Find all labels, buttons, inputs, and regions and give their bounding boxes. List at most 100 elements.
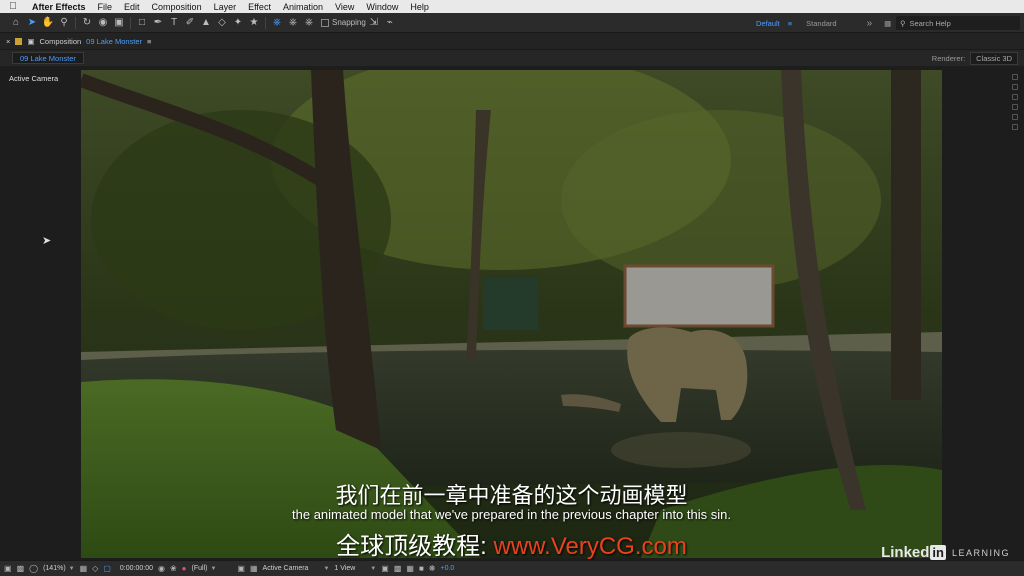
menu-view[interactable]: View bbox=[329, 2, 360, 12]
reset-exposure-icon[interactable]: ❋ bbox=[429, 564, 436, 573]
region-of-interest-icon[interactable]: ▢ bbox=[103, 564, 111, 573]
view-layout-value: 1 View bbox=[334, 565, 356, 572]
monitor-icon[interactable]: ▩ bbox=[17, 564, 25, 573]
composition-subheader: 09 Lake Monster Renderer: Classic 3D bbox=[0, 50, 1024, 66]
composition-name[interactable]: 09 Lake Monster bbox=[86, 37, 142, 46]
sync-settings-icon[interactable]: ▦ bbox=[884, 19, 891, 28]
workspace-menu-icon[interactable]: ≡ bbox=[788, 19, 792, 28]
linkedin-learning-logo: Linked in LEARNING bbox=[881, 544, 1010, 561]
viewer-scroll-controls[interactable] bbox=[1012, 74, 1018, 544]
type-tool-icon[interactable]: T bbox=[166, 15, 182, 31]
workspace-default[interactable]: Default bbox=[756, 19, 780, 28]
more-workspaces-icon[interactable]: » bbox=[867, 18, 873, 29]
snapping-label: Snapping bbox=[332, 18, 366, 27]
brush-tool-icon[interactable]: ✐ bbox=[182, 15, 198, 31]
home-icon[interactable]: ⌂ bbox=[8, 15, 24, 31]
view-options-icon[interactable]: ◯ bbox=[29, 564, 38, 573]
dumpster-white bbox=[625, 266, 773, 326]
menu-window[interactable]: Window bbox=[360, 2, 404, 12]
snap-edges-icon[interactable]: ⇲ bbox=[366, 15, 382, 31]
exposure-value[interactable]: +0.0 bbox=[440, 565, 454, 572]
panel-menu-icon[interactable]: ≡ bbox=[147, 37, 151, 46]
subtitle-chinese: 我们在前一章中准备的这个动画模型 bbox=[335, 483, 688, 508]
lock-panel-icon[interactable] bbox=[15, 38, 23, 45]
pan-behind-tool-icon[interactable]: ▣ bbox=[111, 15, 127, 31]
3d-view-value: Active Camera bbox=[262, 565, 309, 572]
scroll-icon[interactable] bbox=[1012, 84, 1018, 90]
always-preview-icon[interactable]: ▣ bbox=[4, 564, 12, 573]
eraser-tool-icon[interactable]: ◇ bbox=[214, 15, 230, 31]
roto-brush-tool-icon[interactable]: ✦ bbox=[230, 15, 246, 31]
search-help-field[interactable]: ⚲ Search Help bbox=[896, 16, 1020, 30]
chevron-down-icon: ▼ bbox=[68, 565, 75, 572]
view-axis-icon[interactable]: ⎈ bbox=[301, 15, 317, 31]
hand-tool-icon[interactable]: ✋ bbox=[40, 15, 56, 31]
dumpster-green bbox=[483, 278, 538, 330]
local-axis-icon[interactable]: ⎈ bbox=[269, 15, 285, 31]
transparency-grid-icon[interactable]: ▦ bbox=[250, 564, 258, 573]
menu-edit[interactable]: Edit bbox=[118, 2, 146, 12]
selection-tool-icon[interactable]: ➤ bbox=[24, 15, 40, 31]
snapping-checkbox[interactable] bbox=[321, 18, 329, 27]
menu-file[interactable]: File bbox=[92, 2, 119, 12]
tool-separator bbox=[265, 16, 266, 29]
3d-view-dropdown[interactable]: Active Camera ▼ bbox=[263, 565, 330, 572]
tool-separator bbox=[75, 16, 76, 29]
grid-guides-icon[interactable]: ▦ bbox=[80, 564, 88, 573]
menu-composition[interactable]: Composition bbox=[146, 2, 208, 12]
composition-panel-header: × ▣ Composition 09 Lake Monster ≡ bbox=[0, 34, 1024, 50]
tool-separator bbox=[130, 16, 131, 29]
mouse-cursor-icon: ➤ bbox=[42, 235, 52, 247]
scroll-icon[interactable] bbox=[1012, 114, 1018, 120]
linkedin-learning-text: LEARNING bbox=[951, 547, 1010, 558]
composition-prefix: Composition bbox=[39, 37, 82, 46]
snapping-toggle[interactable]: Snapping bbox=[321, 18, 366, 27]
color-channel-icon[interactable]: ● bbox=[182, 564, 187, 573]
show-snapshot-icon[interactable]: ❀ bbox=[170, 564, 177, 573]
resolution-dropdown[interactable]: (Full) ▼ bbox=[192, 565, 217, 572]
tree-trunk-far-right bbox=[891, 70, 921, 400]
scroll-icon[interactable] bbox=[1012, 124, 1018, 130]
snapshot-icon[interactable]: ◉ bbox=[158, 564, 165, 573]
fast-previews-icon[interactable]: ▣ bbox=[237, 564, 245, 573]
chevron-down-icon: ▼ bbox=[370, 565, 377, 572]
apple-icon[interactable]:  bbox=[0, 1, 26, 12]
comp-flowchart-icon[interactable]: ■ bbox=[419, 564, 424, 573]
puppet-tool-icon[interactable]: ★ bbox=[246, 15, 262, 31]
close-panel-icon[interactable]: × bbox=[6, 37, 10, 46]
zoom-value: (141%) bbox=[43, 565, 66, 572]
pen-tool-icon[interactable]: ✒ bbox=[150, 15, 166, 31]
tools-panel: ⌂ ➤ ✋ ⚲ ↻ ◉ ▣ □ ✒ T ✐ ▲ ◇ ✦ ★ ⎈ ⎈ ⎈ Snap… bbox=[0, 13, 1024, 33]
menu-layer[interactable]: Layer bbox=[208, 2, 243, 12]
current-time[interactable]: 0:00:00:00 bbox=[120, 565, 153, 572]
subtitle-english: the animated model that we've prepared i… bbox=[292, 507, 731, 522]
workspace-standard[interactable]: Standard bbox=[806, 19, 836, 28]
comp-tab-lake-monster[interactable]: 09 Lake Monster bbox=[12, 52, 84, 64]
rectangle-tool-icon[interactable]: □ bbox=[134, 15, 150, 31]
menu-app-name[interactable]: After Effects bbox=[26, 2, 92, 12]
watermark: 全球顶级教程: www.VeryCG.com bbox=[81, 526, 942, 561]
menubar:  After Effects File Edit Composition La… bbox=[0, 0, 1024, 13]
renderer-select[interactable]: Classic 3D bbox=[970, 52, 1018, 65]
menu-effect[interactable]: Effect bbox=[242, 2, 277, 12]
flowchart-icon[interactable]: ▦ bbox=[406, 564, 414, 573]
rotate-tool-icon[interactable]: ↻ bbox=[79, 15, 95, 31]
mask-visibility-icon[interactable]: ◇ bbox=[92, 564, 98, 573]
camera-tool-icon[interactable]: ◉ bbox=[95, 15, 111, 31]
world-axis-icon[interactable]: ⎈ bbox=[285, 15, 301, 31]
toggle-pixel-aspect-icon[interactable]: ▣ bbox=[381, 564, 389, 573]
menu-help[interactable]: Help bbox=[404, 2, 435, 12]
menu-animation[interactable]: Animation bbox=[277, 2, 329, 12]
scroll-icon[interactable] bbox=[1012, 104, 1018, 110]
zoom-tool-icon[interactable]: ⚲ bbox=[56, 15, 72, 31]
watermark-prefix: 全球顶级教程: bbox=[336, 533, 494, 560]
timeline-icon[interactable]: ▩ bbox=[394, 564, 402, 573]
search-icon: ⚲ bbox=[900, 18, 906, 28]
clone-stamp-tool-icon[interactable]: ▲ bbox=[198, 15, 214, 31]
scroll-icon[interactable] bbox=[1012, 74, 1018, 80]
view-layout-dropdown[interactable]: 1 View ▼ bbox=[334, 565, 376, 572]
scroll-icon[interactable] bbox=[1012, 94, 1018, 100]
snap-features-icon[interactable]: ⌁ bbox=[382, 15, 398, 31]
zoom-dropdown[interactable]: (141%) ▼ bbox=[43, 565, 75, 572]
linkedin-wordmark: Linked in bbox=[881, 544, 946, 561]
